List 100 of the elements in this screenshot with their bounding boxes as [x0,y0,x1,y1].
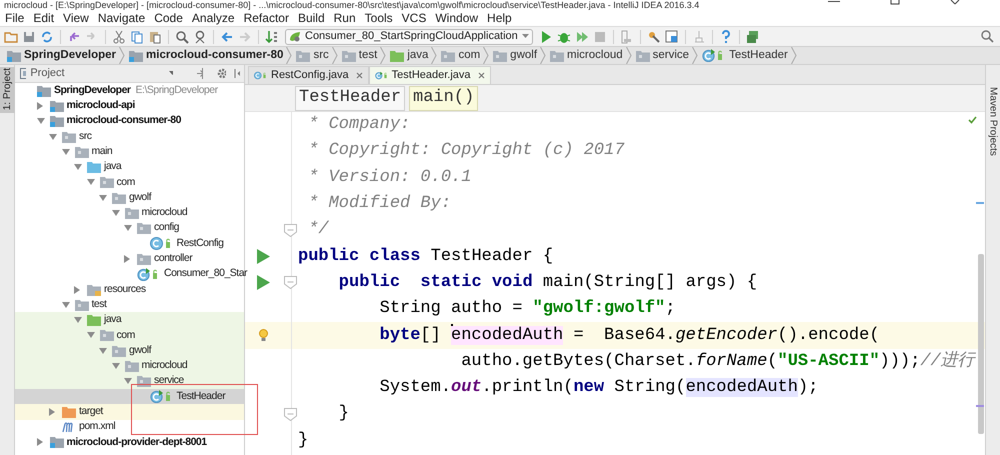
breadcrumb-link[interactable]: SpringDeveloper [24,46,116,64]
tree-row[interactable]: java [15,312,244,328]
run-icon[interactable] [257,275,270,290]
close-icon[interactable] [950,0,960,5]
folder-icon [124,360,138,372]
tree-row[interactable]: target [15,404,244,420]
breadcrumb-link[interactable]: com [458,46,480,64]
menu-item[interactable]: Help [487,9,512,27]
fold-marker[interactable] [284,408,297,421]
cut-icon[interactable] [112,30,126,44]
menu-item[interactable]: Code [154,9,183,27]
run-configuration-dropdown[interactable]: Consumer_80_StartSpringCloudApplication [285,28,533,44]
breadcrumb-link[interactable]: src [313,46,329,64]
maximize-icon[interactable] [890,0,900,5]
expanded-arrow-icon[interactable] [99,194,107,201]
tree-row[interactable]: gwolf [15,343,244,358]
tree-row[interactable]: TestHeader [15,388,244,404]
chevron-icon [119,47,126,64]
expanded-arrow-icon[interactable] [124,225,132,232]
expanded-arrow-icon[interactable] [49,134,57,140]
collapsed-arrow-icon[interactable] [49,408,55,416]
collapsed-arrow-icon[interactable] [124,254,130,263]
project-tool-tab[interactable]: 1: Project [0,67,14,113]
expanded-arrow-icon[interactable] [112,362,120,369]
expanded-arrow-icon[interactable] [124,378,132,384]
breadcrumb-item[interactable]: TestHeader [295,86,406,110]
breadcrumb-link[interactable]: microcloud [567,46,623,64]
build-icon[interactable] [265,30,279,44]
breadcrumb-link[interactable]: java [407,46,428,64]
breadcrumb-link[interactable]: gwolf [510,46,538,64]
maven-tool-tab[interactable]: Maven Projects [986,87,1000,156]
breadcrumb-link[interactable]: test [358,46,378,64]
editor-tab[interactable]: RestConfig.java [248,66,369,84]
breadcrumb-link[interactable]: TestHeader [729,46,788,64]
chevron-icon [692,47,698,64]
coverage-icon[interactable] [574,30,589,44]
stop-icon[interactable] [592,30,607,44]
tree-row[interactable]: com [15,328,244,344]
dropdown-caret-icon[interactable] [168,71,173,76]
paste-icon[interactable] [148,30,162,44]
breadcrumb-link[interactable]: microcloud-consumer-80 [146,46,284,64]
copy-icon[interactable] [130,30,144,44]
collapsed-arrow-icon[interactable] [36,438,42,446]
menu-item[interactable]: Analyze [192,9,235,27]
menu-item[interactable]: View [63,9,89,27]
sync-icon[interactable] [40,30,54,44]
close-icon[interactable] [478,72,485,79]
menu-item[interactable]: Tools [364,9,393,27]
expanded-arrow-icon[interactable] [74,164,82,170]
tree-item-label: microcloud-api [66,98,135,114]
back-arrow-icon[interactable] [220,30,234,44]
save-icon[interactable] [22,30,36,44]
tree-row[interactable]: microcloud [15,358,244,374]
menu-item[interactable]: Window [435,9,478,27]
expanded-arrow-icon[interactable] [74,317,82,324]
tree-row[interactable]: service [15,374,244,389]
hide-panel-icon[interactable] [234,68,240,79]
fold-marker[interactable] [284,224,297,237]
module-folder-icon [50,436,64,448]
menu-item[interactable]: Navigate [98,9,146,27]
menu-item[interactable]: VCS [402,9,426,27]
expanded-arrow-icon[interactable] [99,348,107,354]
wrench-icon[interactable] [646,30,661,44]
search-icon[interactable] [981,30,994,43]
fold-marker[interactable] [284,276,297,290]
menu-item[interactable]: Refactor [244,9,289,27]
expanded-arrow-icon[interactable] [62,148,70,155]
replace-icon[interactable] [193,30,207,44]
code-line: String autho = "gwolf:gwolf"; [378,298,676,320]
tree-item-label: SpringDeveloper [54,82,131,98]
collapsed-arrow-icon[interactable] [36,102,42,110]
expanded-arrow-icon[interactable] [86,179,94,186]
menu-item[interactable]: Build [298,9,325,27]
minimize-icon[interactable] [828,0,840,4]
collapsed-arrow-icon[interactable] [74,286,80,294]
collapse-icon[interactable] [196,68,203,79]
run-icon[interactable] [257,249,270,264]
code-line: * Copyright: Copyright (c) 2017 [307,140,624,162]
menu-item[interactable]: Edit [33,9,54,27]
expanded-arrow-icon[interactable] [112,210,120,216]
project-structure-icon[interactable] [664,30,679,44]
chevron-icon [332,47,338,64]
lightbulb-icon[interactable] [259,329,268,342]
menu-item[interactable]: Run [334,9,356,27]
editor-tab[interactable]: TestHeader.java [368,66,491,84]
breadcrumb-item[interactable]: main() [409,86,478,110]
expanded-arrow-icon[interactable] [36,118,44,124]
expanded-arrow-icon[interactable] [62,302,70,308]
scrollbar-thumb[interactable] [978,254,984,434]
gear-icon[interactable] [216,68,226,79]
tree-item-label: RestConfig [176,236,224,251]
breadcrumb-link[interactable]: service [652,46,690,64]
menu-item[interactable]: File [5,9,24,27]
search-icon[interactable] [175,30,189,44]
tree-item-label: Consumer_80_Star [164,266,248,282]
task-icon[interactable] [746,30,760,44]
undo-icon[interactable] [67,30,81,44]
structure-icon[interactable] [620,30,634,44]
expanded-arrow-icon[interactable] [86,332,94,338]
open-folder-icon[interactable] [4,30,18,44]
